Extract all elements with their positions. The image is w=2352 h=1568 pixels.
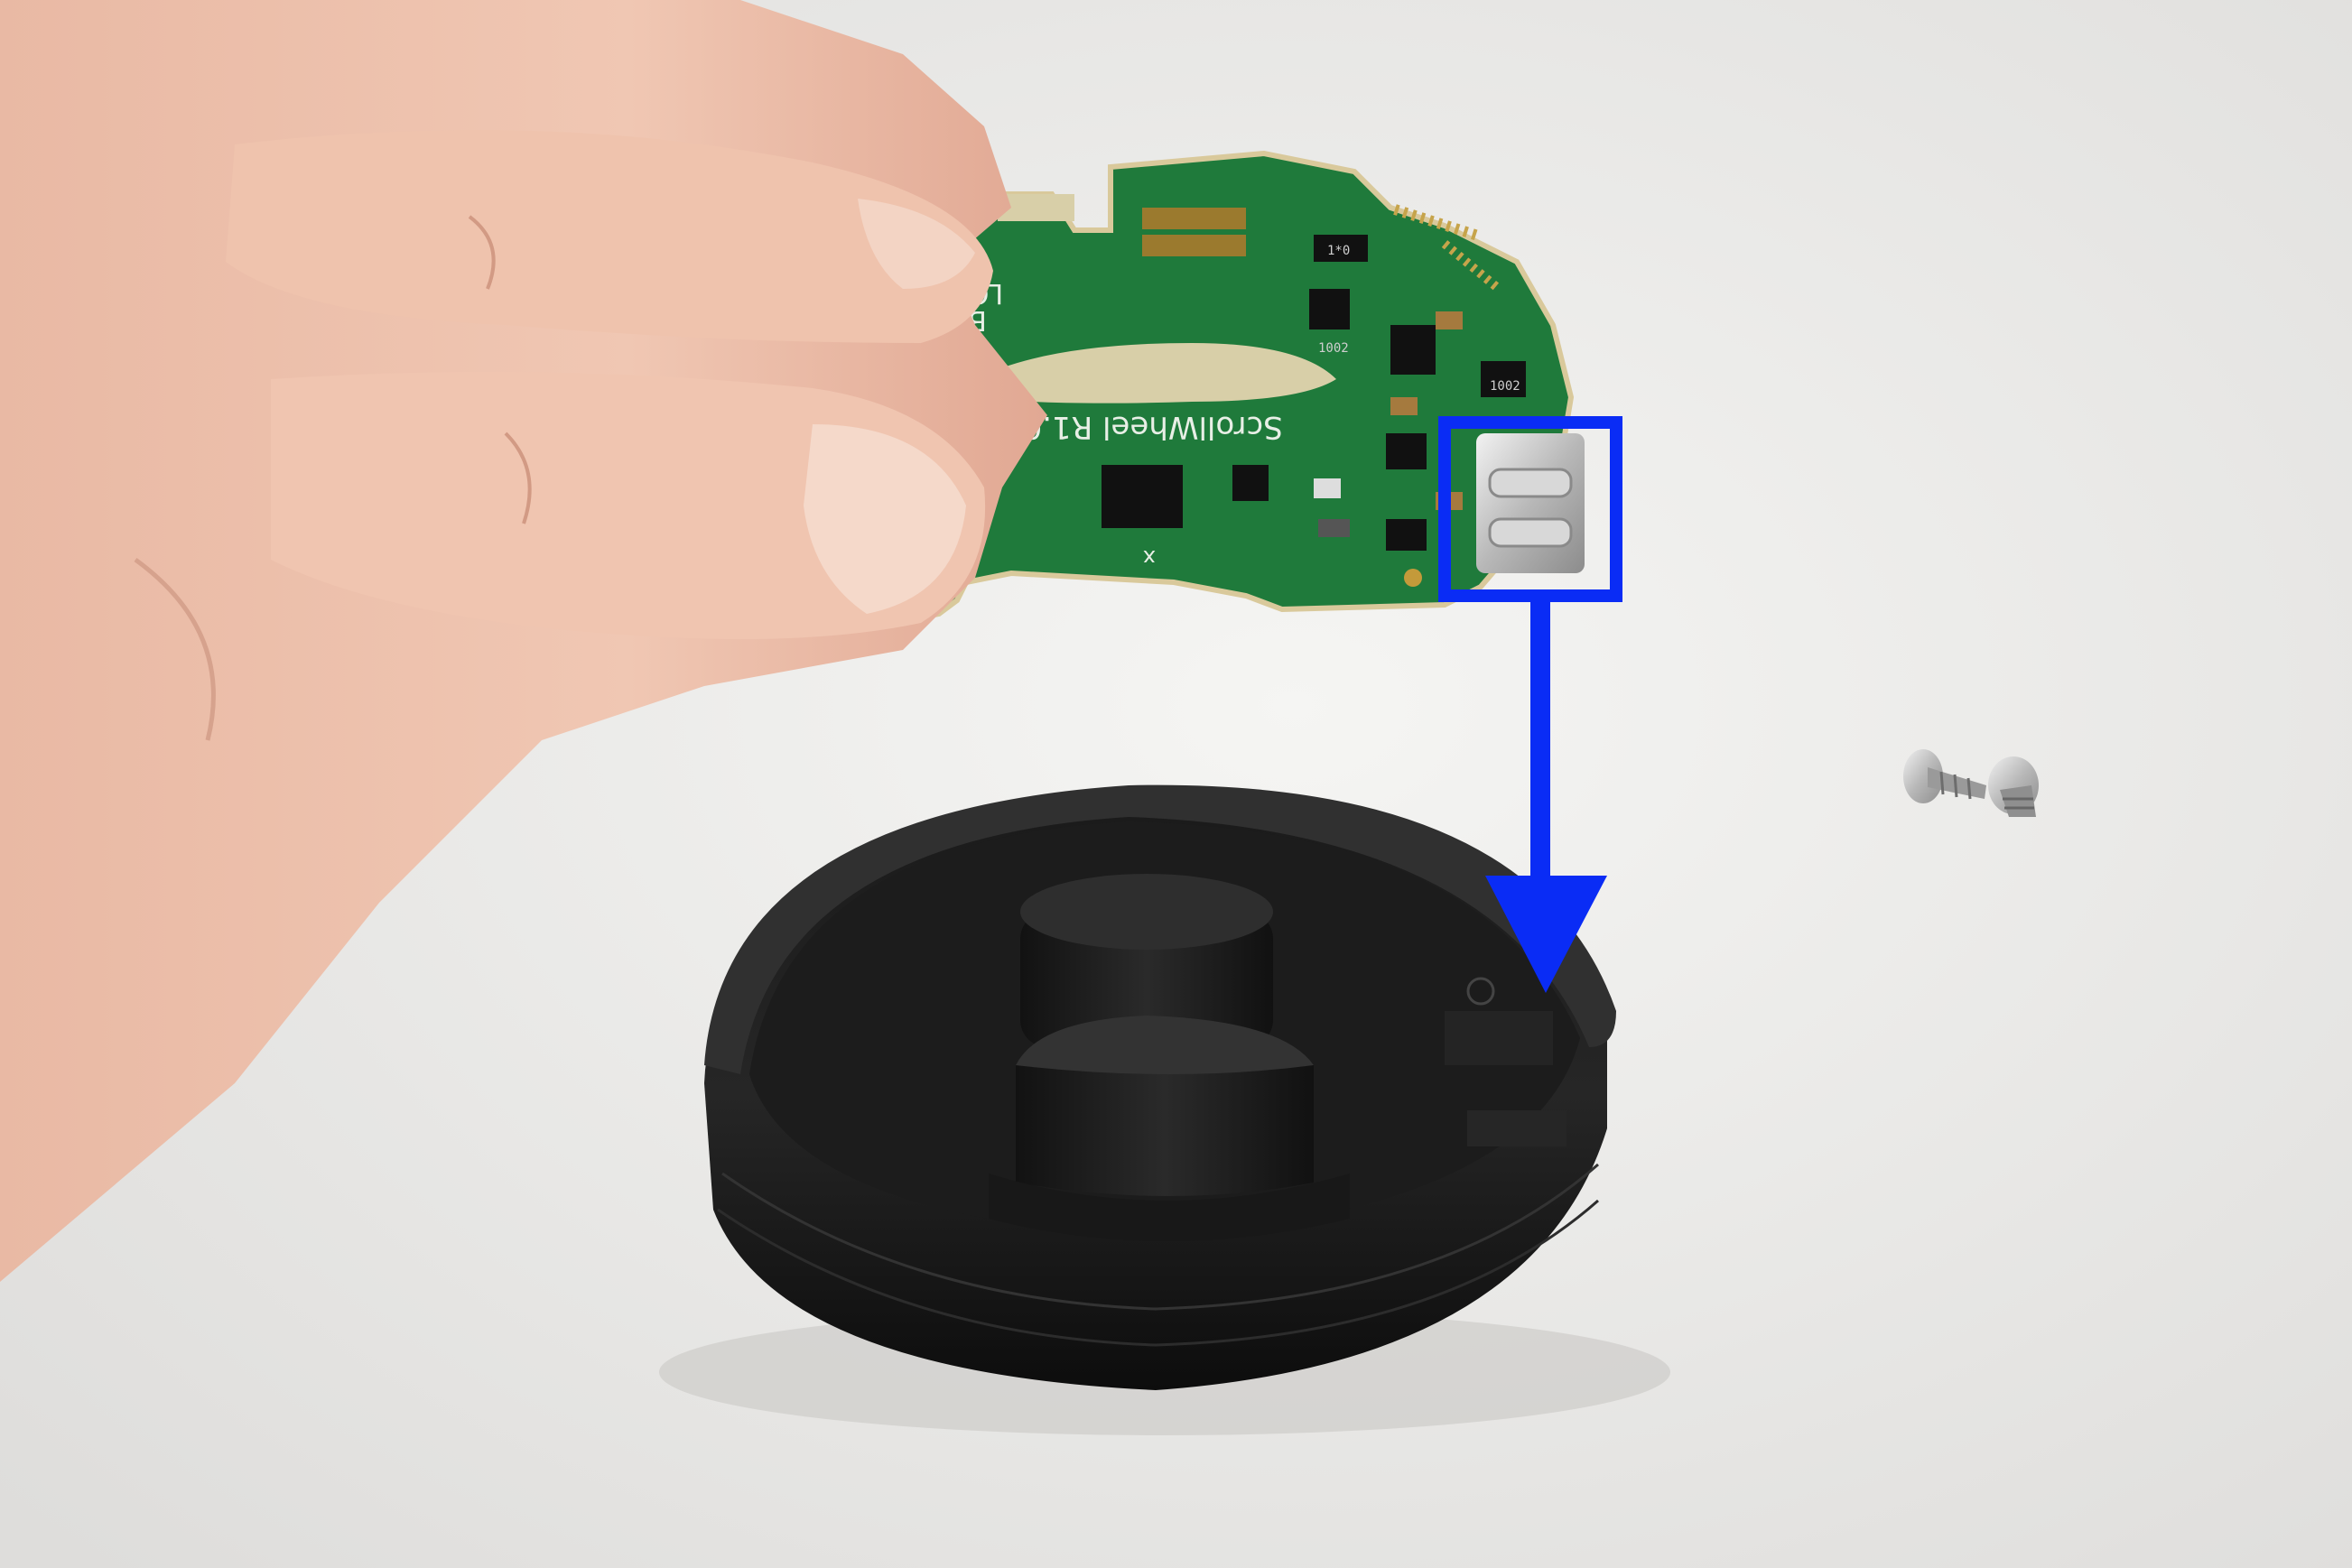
chip — [1232, 465, 1269, 501]
chip-marking: 1002 — [1490, 379, 1520, 394]
chip — [1386, 433, 1427, 469]
pcb-pin1-mark: x — [1143, 545, 1156, 571]
photo-scene: ScrollWheel R1.001 BOOT LOADER x 1002 10… — [0, 0, 2352, 1568]
arrow-shaft — [1530, 596, 1550, 894]
chip-marking: 1002 — [1318, 341, 1349, 356]
chip-marking: 1*0 — [1327, 244, 1350, 258]
chip — [1102, 465, 1183, 528]
mount-post-front — [989, 1016, 1350, 1241]
chip — [1309, 289, 1350, 329]
chip — [1390, 325, 1436, 375]
usb-c-connector — [1476, 433, 1585, 573]
chip — [1386, 519, 1427, 551]
